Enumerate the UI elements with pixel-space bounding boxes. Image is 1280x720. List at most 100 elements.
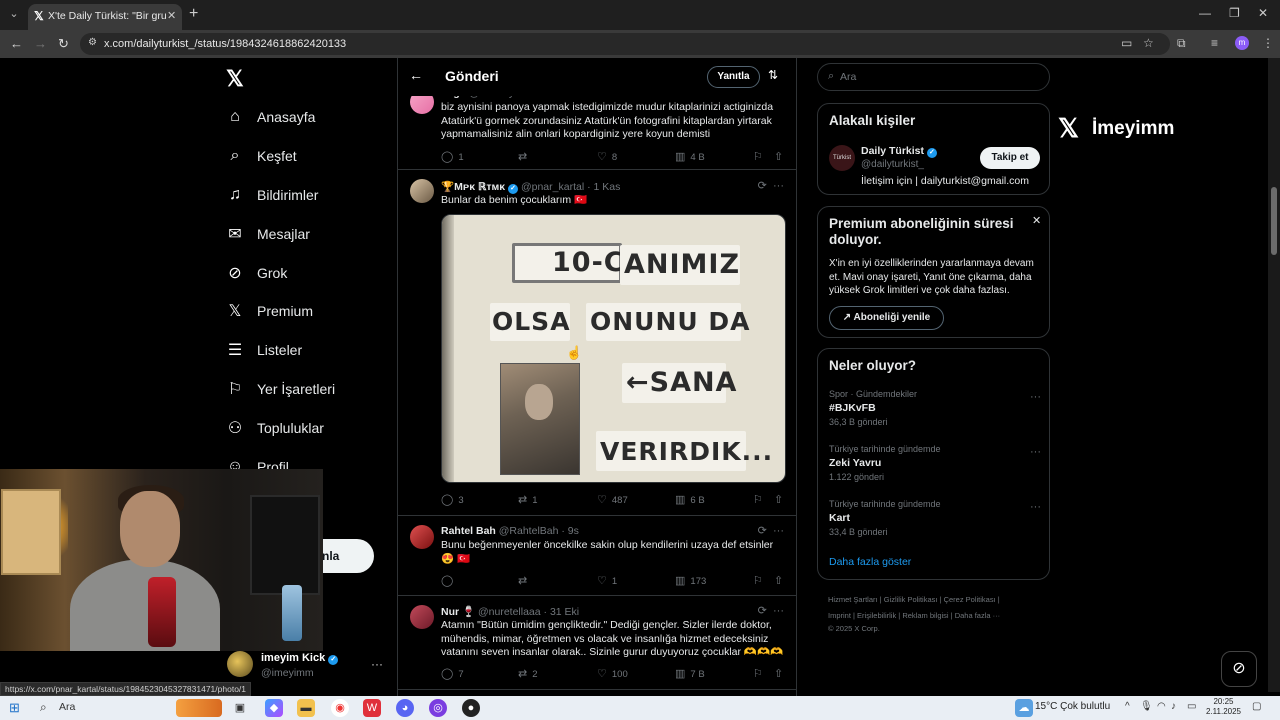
- footer-links-row[interactable]: Hizmet Şartları | Gizlilik Politikası | …: [828, 594, 1050, 605]
- app-icon[interactable]: ●: [462, 699, 480, 717]
- battery-icon[interactable]: ▭: [1187, 701, 1196, 712]
- like-action[interactable]: ♡ 100: [597, 667, 628, 680]
- search-input[interactable]: ⌕ Ara: [817, 63, 1050, 91]
- task-view-icon[interactable]: ▣: [231, 699, 249, 717]
- avatar[interactable]: [410, 605, 434, 629]
- back-arrow-icon[interactable]: ←: [409, 67, 423, 83]
- notifications-icon[interactable]: ▢: [1252, 701, 1261, 712]
- discord-icon[interactable]: ◕: [396, 699, 414, 717]
- avatar[interactable]: Türkist: [829, 145, 855, 171]
- views-action[interactable]: ▥ 7 B: [675, 667, 705, 680]
- reply-action[interactable]: ◯ 7: [441, 667, 464, 680]
- follow-button[interactable]: Takip et: [980, 147, 1040, 169]
- share-action[interactable]: ⇧: [774, 150, 788, 163]
- share-action[interactable]: ⇧: [774, 574, 788, 587]
- x-logo-icon[interactable]: 𝕏: [226, 66, 244, 92]
- more-icon[interactable]: ···: [1030, 446, 1041, 458]
- file-explorer-icon[interactable]: ▬: [297, 699, 315, 717]
- like-action[interactable]: ♡ 1: [597, 574, 617, 587]
- reply-post[interactable]: Nur 🍷 @nuretellaaa · 31 Eki ⟳ ··· Atamın…: [398, 597, 796, 690]
- more-icon[interactable]: ···: [1030, 501, 1041, 513]
- account-more-icon[interactable]: ···: [371, 657, 383, 671]
- grok-and-more-icons[interactable]: ⟳ ···: [758, 524, 784, 537]
- media-icon[interactable]: ≡: [1211, 36, 1218, 50]
- show-more-link[interactable]: Daha fazla göster: [829, 556, 911, 568]
- address-bar[interactable]: ⚙ x.com/dailyturkist_/status/19843246188…: [80, 33, 1170, 55]
- obs-icon[interactable]: ◎: [429, 699, 447, 717]
- nav-item-notifications[interactable]: ♫ Bildirimler: [226, 180, 318, 210]
- views-action[interactable]: ▥ 173: [675, 574, 706, 587]
- tab-search-icon[interactable]: ⌄: [6, 7, 22, 23]
- new-tab-icon[interactable]: +: [189, 5, 198, 23]
- repost-action[interactable]: ⇄ 1: [518, 493, 538, 506]
- reply-action[interactable]: ◯ 1: [441, 150, 464, 163]
- browser-tab[interactable]: 𝕏 X'te Daily Türkist: "Bir grup lise ✕: [28, 4, 182, 30]
- restore-icon[interactable]: ❐: [1229, 6, 1240, 20]
- winrar-icon[interactable]: W: [363, 699, 381, 717]
- close-icon[interactable]: ✕: [1032, 214, 1041, 227]
- footer-links-row[interactable]: Imprint | Erişilebilirlik | Reklam bilgi…: [828, 610, 1050, 621]
- clock[interactable]: 20:25 2.11.2025: [1206, 697, 1241, 717]
- filter-icon[interactable]: ⇅: [768, 68, 778, 82]
- nav-item-premium[interactable]: 𝕏 Premium: [226, 296, 313, 326]
- views-action[interactable]: ▥ 6 B: [675, 493, 705, 506]
- scrollbar-thumb[interactable]: [1271, 187, 1277, 255]
- nav-item-explore[interactable]: ⌕ Keşfet: [226, 141, 297, 171]
- copilot-icon[interactable]: ◆: [265, 699, 283, 717]
- grok-and-more-icons[interactable]: ⟳ ···: [758, 604, 784, 617]
- nav-item-bookmarks[interactable]: ⚐ Yer İşaretleri: [226, 374, 335, 404]
- nav-item-grok[interactable]: ⊘ Grok: [226, 258, 287, 288]
- repost-action[interactable]: ⇄: [518, 574, 532, 587]
- nav-item-messages[interactable]: ✉ Mesajlar: [226, 219, 310, 249]
- close-window-icon[interactable]: ✕: [1258, 6, 1268, 20]
- related-name[interactable]: Daily Türkist ✓: [861, 145, 937, 158]
- cast-icon[interactable]: ▭: [1121, 36, 1132, 50]
- post-author[interactable]: Rahtel Bah @RahtelBah · 9s: [441, 525, 579, 537]
- nav-item-home[interactable]: ⌂ Anasayfa: [226, 102, 315, 132]
- views-action[interactable]: ▥ 4 B: [675, 150, 705, 163]
- bookmark-action[interactable]: ⚐: [753, 667, 768, 680]
- reply-action[interactable]: ◯: [441, 574, 458, 587]
- bookmark-star-icon[interactable]: ☆: [1143, 36, 1154, 50]
- tab-close-icon[interactable]: ✕: [167, 9, 176, 22]
- grok-and-more-icons[interactable]: ⟳ ···: [758, 179, 784, 192]
- account-avatar[interactable]: [227, 651, 253, 677]
- reply-post[interactable]: Rahtel Bah @RahtelBah · 9s ⟳ ··· Bunu be…: [398, 517, 796, 596]
- minimize-icon[interactable]: —: [1199, 6, 1211, 20]
- reply-post[interactable]: imgo @da2boyunladeve · 1 Kas biz aynisin…: [398, 84, 796, 170]
- profile-avatar[interactable]: m: [1235, 36, 1249, 50]
- avatar[interactable]: [410, 525, 434, 549]
- avatar[interactable]: [410, 179, 434, 203]
- reply-action[interactable]: ◯ 3: [441, 493, 464, 506]
- trend-item[interactable]: Türkiye tarihinde gündemde Kart 33,4 B g…: [829, 499, 1041, 537]
- taskbar-search[interactable]: Ara: [59, 701, 75, 713]
- nav-item-lists[interactable]: ☰ Listeler: [226, 335, 302, 365]
- like-action[interactable]: ♡ 487: [597, 493, 628, 506]
- reply-button[interactable]: Yanıtla: [707, 66, 760, 88]
- repost-action[interactable]: ⇄ 2: [518, 667, 538, 680]
- extensions-icon[interactable]: ⧉: [1177, 36, 1186, 51]
- search-highlight-icon[interactable]: [176, 699, 222, 717]
- volume-icon[interactable]: ♪: [1171, 701, 1176, 712]
- windows-start-icon[interactable]: ⊞: [9, 700, 20, 716]
- chrome-icon[interactable]: ◉: [331, 699, 349, 717]
- wifi-icon[interactable]: ◠: [1157, 701, 1166, 712]
- forward-icon[interactable]: →: [34, 36, 47, 51]
- grok-fab-icon[interactable]: ⊘: [1221, 651, 1257, 687]
- bookmark-action[interactable]: ⚐: [753, 493, 768, 506]
- tray-chevron-icon[interactable]: ^: [1125, 701, 1130, 712]
- post-author[interactable]: Nur 🍷 @nuretellaaa · 31 Eki: [441, 605, 579, 618]
- post-author[interactable]: 🏆Mᴘᴋ ℝᴛᴍᴋ ✓ @pnar_kartal · 1 Kas: [441, 180, 620, 194]
- search-icon[interactable]: ⌕: [40, 700, 47, 715]
- like-action[interactable]: ♡ 8: [597, 150, 617, 163]
- reload-icon[interactable]: ↻: [58, 36, 69, 52]
- microphone-icon[interactable]: 🎙: [1140, 701, 1153, 712]
- menu-kebab-icon[interactable]: ⋮: [1262, 36, 1274, 50]
- weather-icon[interactable]: ☁: [1015, 699, 1033, 717]
- trend-item[interactable]: Türkiye tarihinde gündemde Zeki Yavru 1.…: [829, 444, 1041, 482]
- trend-item[interactable]: Spor · Gündemdekiler #BJKvFB 36,3 B gönd…: [829, 389, 1041, 427]
- post-photo[interactable]: 10-C ANIMIZ OLSA ONUNU DA ←SANA VERIRDIK…: [441, 214, 786, 483]
- more-icon[interactable]: ···: [1030, 391, 1041, 403]
- account-name[interactable]: imeyim Kick ✓: [261, 652, 339, 665]
- weather-text[interactable]: 15°C Çok bulutlu: [1035, 701, 1110, 712]
